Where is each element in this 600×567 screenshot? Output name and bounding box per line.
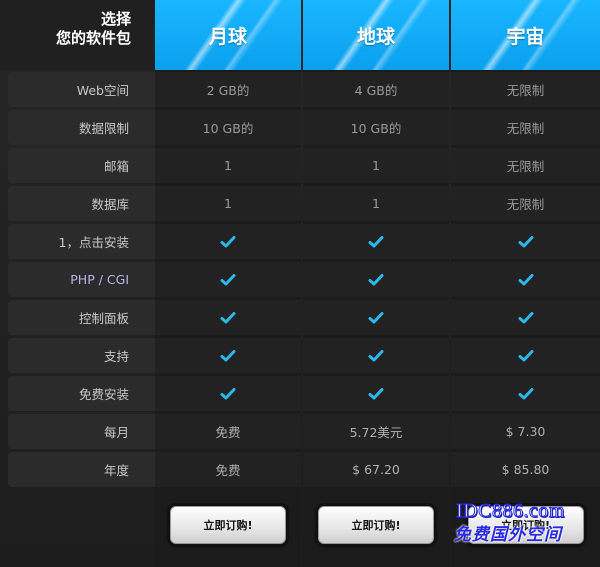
feature-value-cell: 无限制 [451, 186, 600, 221]
table-corner-heading: 选择 您的软件包 [0, 0, 155, 70]
feature-check-cell [303, 376, 449, 411]
feature-label-data-limit: 数据限制 [8, 110, 155, 145]
pricing-table: 选择 您的软件包 Web空间 数据限制 邮箱 数据库 1，点击安装 PHP / … [0, 0, 600, 567]
feature-label-yearly: 年度 [8, 452, 155, 487]
feature-check-cell [303, 338, 449, 373]
feature-check-cell [451, 338, 600, 373]
feature-check-cell [451, 376, 600, 411]
order-now-button[interactable]: 立即订购! [318, 506, 434, 544]
feature-label-control-panel: 控制面板 [8, 300, 155, 335]
feature-value-cell: 1 [155, 186, 301, 221]
checkmark-icon [220, 311, 236, 323]
plan-column-universe: 宇宙 无限制 无限制 无限制 无限制 $ 7.30 $ 85.80 立即订购! [451, 0, 600, 567]
checkmark-icon [368, 349, 384, 361]
feature-value-cell: 免费 [155, 414, 301, 449]
feature-value-cell: 4 GB的 [303, 72, 449, 107]
checkmark-icon [368, 273, 384, 285]
feature-label-one-click-install: 1，点击安装 [8, 224, 155, 259]
corner-line-2: 您的软件包 [55, 29, 131, 47]
checkmark-icon [368, 311, 384, 323]
checkmark-icon [518, 235, 533, 247]
feature-label-php-cgi: PHP / CGI [8, 262, 155, 297]
feature-label-database: 数据库 [8, 186, 155, 221]
feature-check-cell [451, 262, 600, 297]
plan-rows: 无限制 无限制 无限制 无限制 $ 7.30 $ 85.80 [451, 72, 600, 487]
feature-value-cell: $ 85.80 [451, 452, 600, 487]
feature-value-cell: 2 GB的 [155, 72, 301, 107]
feature-check-cell [155, 376, 301, 411]
feature-labels-column: Web空间 数据限制 邮箱 数据库 1，点击安装 PHP / CGI 控制面板 … [8, 72, 155, 490]
corner-line-1: 选择 [100, 10, 131, 28]
feature-value-cell: 10 GB的 [303, 110, 449, 145]
feature-value-cell: $ 7.30 [451, 414, 600, 449]
checkmark-icon [220, 349, 236, 361]
plan-footer: 立即订购! [303, 488, 449, 567]
checkmark-icon [220, 387, 236, 399]
checkmark-icon [518, 273, 533, 285]
feature-check-cell [155, 338, 301, 373]
feature-label-web-space: Web空间 [8, 72, 155, 107]
plan-column-earth: 地球 4 GB的 10 GB的 1 1 5.72美元 $ 67.20 立即订购! [303, 0, 449, 567]
plan-rows: 2 GB的 10 GB的 1 1 免费 免费 [155, 72, 301, 487]
checkmark-icon [368, 387, 384, 399]
feature-label-free-install: 免费安装 [8, 376, 155, 411]
checkmark-icon [518, 349, 533, 361]
feature-check-cell [303, 224, 449, 259]
feature-check-cell [451, 300, 600, 335]
feature-value-cell: 1 [155, 148, 301, 183]
feature-value-cell: 无限制 [451, 148, 600, 183]
order-now-button[interactable]: 立即订购! [467, 506, 584, 544]
plan-title: 地球 [303, 0, 449, 70]
checkmark-icon [518, 311, 533, 323]
checkmark-icon [220, 235, 236, 247]
feature-value-cell: 无限制 [451, 110, 600, 145]
feature-check-cell [303, 300, 449, 335]
plan-footer: 立即订购! [155, 488, 301, 567]
feature-check-cell [155, 224, 301, 259]
checkmark-icon [368, 235, 384, 247]
feature-value-cell: 1 [303, 148, 449, 183]
plan-rows: 4 GB的 10 GB的 1 1 5.72美元 $ 67.20 [303, 72, 449, 487]
feature-value-cell: 10 GB的 [155, 110, 301, 145]
feature-check-cell [155, 300, 301, 335]
feature-check-cell [303, 262, 449, 297]
plan-footer: 立即订购! [451, 488, 600, 567]
feature-value-cell: $ 67.20 [303, 452, 449, 487]
plan-column-moon: 月球 2 GB的 10 GB的 1 1 免费 免费 立即订购! [155, 0, 301, 567]
feature-label-monthly: 每月 [8, 414, 155, 449]
plan-title: 宇宙 [451, 0, 600, 70]
feature-check-cell [155, 262, 301, 297]
feature-check-cell [451, 224, 600, 259]
plan-title: 月球 [155, 0, 301, 70]
feature-value-cell: 无限制 [451, 72, 600, 107]
feature-value-cell: 1 [303, 186, 449, 221]
feature-label-support: 支持 [8, 338, 155, 373]
feature-value-cell: 免费 [155, 452, 301, 487]
checkmark-icon [220, 273, 236, 285]
feature-value-cell: 5.72美元 [303, 414, 449, 449]
order-now-button[interactable]: 立即订购! [170, 506, 286, 544]
checkmark-icon [518, 387, 533, 399]
feature-label-email: 邮箱 [8, 148, 155, 183]
